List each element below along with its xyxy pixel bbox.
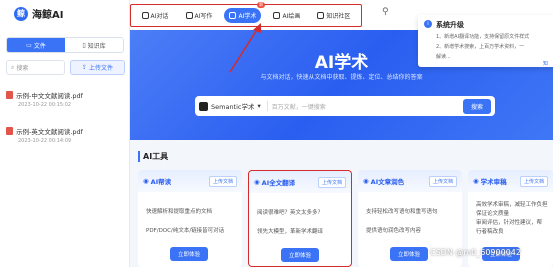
nav-label: 知识社区 (326, 13, 351, 20)
new-badge: 新 (256, 2, 266, 8)
engine-select[interactable]: Semantic学术 ▾ (199, 101, 268, 111)
tab-knowledge-label: 知识库 (87, 42, 106, 50)
search-input[interactable]: ⌕ 搜索 (6, 60, 65, 75)
engine-label: Semantic学术 (211, 103, 255, 111)
search-icon: ⌕ (11, 63, 15, 71)
file-name: 示例-中文文献阅读.pdf (16, 92, 83, 100)
section-title: AI工具 (138, 151, 168, 162)
card-title-text: AI文章润色 (370, 178, 405, 186)
robot-icon: ◉ (363, 177, 369, 185)
tab-knowledge-base[interactable]: ▯ 知识库 (65, 38, 123, 52)
chat-icon (141, 12, 149, 19)
upload-doc-tag[interactable]: 上传文档 (519, 175, 548, 187)
nav-community[interactable]: 知识社区 (312, 8, 355, 23)
academic-cap-icon (229, 12, 237, 19)
card-title: ◉ AI文章润色 (363, 176, 404, 186)
search-button[interactable]: 搜索 (462, 98, 491, 114)
card-title: ◉ 学术审稿 (473, 176, 507, 186)
card-title-text: AI全文翻译 (261, 179, 296, 187)
try-now-button[interactable]: 立即体验 (390, 247, 429, 261)
card-title: ◉ AI全文翻译 (254, 177, 295, 187)
search-placeholder: 搜索 (16, 65, 29, 72)
logo-text: 海鲸AI (32, 10, 64, 21)
card-bullet: 高效学术审稿，减轻工作负担 (476, 202, 548, 208)
notice-link[interactable]: 知 (543, 60, 548, 67)
upload-doc-tag[interactable]: 上传文档 (317, 176, 346, 188)
card-bullet: 快速解析和提取重点的文档 (146, 209, 213, 215)
sidebar-tabs: ▭ 文件 ▯ 知识库 (6, 37, 124, 53)
card-title: ◉ AI帮读 (143, 176, 171, 186)
notice-title: 系统升级 (436, 21, 464, 29)
folder-icon: ▭ (26, 41, 32, 49)
upload-label: 上传文件 (89, 65, 114, 72)
user-icon[interactable]: ⚲ (382, 7, 389, 17)
upload-file-button[interactable]: ⇪ 上传文件 (70, 60, 125, 75)
card-bullet: 领先大模型，革新学术翻译 (257, 229, 324, 235)
upload-doc-tag[interactable]: 上传文档 (428, 175, 457, 187)
logo[interactable]: 鲸 海鲸AI (14, 6, 63, 21)
card-bullet: 阅读很难吧？英文太多多？ (257, 210, 324, 216)
card-bullet: 支持轻松改写语句和重写语句 (366, 209, 438, 215)
nav-ai-drawing[interactable]: AI绘画 (268, 8, 305, 23)
tab-files[interactable]: ▭ 文件 (7, 38, 65, 52)
robot-icon: ◉ (143, 177, 149, 185)
semantic-scholar-icon (199, 101, 208, 111)
robot-icon: ◉ (473, 177, 479, 185)
pdf-icon (6, 91, 13, 99)
palette-icon (273, 12, 281, 19)
academic-search-input[interactable]: 百万文献，一键搜索 (272, 102, 459, 111)
community-icon (317, 12, 325, 19)
robot-icon: ◉ (254, 178, 260, 186)
file-item[interactable]: 示例-中文文献阅读.pdf 2023-10-22 00:15:02 (6, 90, 124, 108)
card-title-text: AI帮读 (150, 178, 172, 186)
nav-ai-chat[interactable]: AI对话 (137, 8, 174, 23)
app-window: 鲸 海鲸AI ▭ 文件 ▯ 知识库 ⌕ 搜索 ⇪ 上传文件 示例-中文文献阅读.… (0, 0, 553, 267)
sidebar: 鲸 海鲸AI ▭ 文件 ▯ 知识库 ⌕ 搜索 ⇪ 上传文件 示例-中文文献阅读.… (0, 0, 130, 267)
card-bullet: 保证论文质量 (476, 211, 510, 217)
pen-icon (185, 12, 193, 19)
nav-label: AI写作 (194, 13, 213, 20)
tool-card-ai-translation: ◉ AI全文翻译 上传文档 阅读很难吧？英文太多多？ 领先大模型，革新学术翻译 立即… (248, 170, 352, 267)
try-now-button[interactable]: 立即体验 (170, 247, 209, 261)
upload-icon: ⇪ (81, 64, 87, 71)
card-bullet: 行者稿改良 (476, 229, 504, 235)
system-upgrade-notice: i 系统升级 1、新增AI翻译功能，支持保留原文件样式 2、新增学术搜索，上百万… (418, 15, 553, 67)
book-icon: ▯ (82, 41, 86, 49)
nav-ai-writing[interactable]: AI写作 (181, 8, 218, 23)
nav-label: AI对话 (150, 13, 169, 20)
notice-line: 2、新增学术搜索，上百万学术资料，一 (436, 44, 525, 50)
tool-card-ai-reading: ◉ AI帮读 上传文档 快速解析和提取重点的文档 PDF/DOC/纯文本/链接皆可对… (138, 170, 242, 267)
upload-doc-tag[interactable]: 上传文档 (208, 175, 237, 187)
notice-line: 解读... (436, 54, 451, 60)
try-now-button[interactable]: 立即体验 (281, 248, 320, 262)
main-nav: AI对话 AI写作 AI学术 新 AI绘画 知识社区 (130, 2, 362, 27)
file-date: 2023-10-22 00:14:09 (18, 138, 72, 144)
file-name: 示例-英文文献阅读.pdf (16, 128, 83, 136)
notice-line: 1、新增AI翻译功能，支持保留原文件样式 (436, 34, 530, 40)
card-bullet: 提供语句润色改写内容 (366, 228, 422, 234)
card-bullet: 审阅评估，针对性建议，帮 (476, 220, 543, 226)
academic-search-bar: Semantic学术 ▾ 百万文献，一键搜索 搜索 (195, 96, 495, 116)
tab-files-label: 文件 (33, 42, 46, 50)
nav-ai-academic[interactable]: AI学术 新 (224, 2, 266, 23)
nav-label: AI绘画 (282, 13, 301, 20)
logo-icon: 鲸 (14, 6, 28, 21)
file-date: 2023-10-22 00:15:02 (18, 102, 72, 108)
nav-label: AI学术 (238, 13, 257, 20)
card-bullet: PDF/DOC/纯文本/链接皆可对话 (146, 228, 225, 234)
hero-subtitle: 与文档对话，快速从文档中获取、提炼、定位、总结你的答案 (260, 74, 423, 81)
info-icon: i (424, 20, 432, 28)
file-item[interactable]: 示例-英文文献阅读.pdf 2023-10-22 00:14:09 (6, 126, 124, 144)
top-icons: ⚲ (382, 7, 389, 17)
watermark: CSDN @m0_60900042 (430, 248, 521, 257)
pdf-icon (6, 127, 13, 135)
chevron-down-icon: ▾ (257, 102, 261, 110)
card-title-text: 学术审稿 (480, 178, 507, 186)
